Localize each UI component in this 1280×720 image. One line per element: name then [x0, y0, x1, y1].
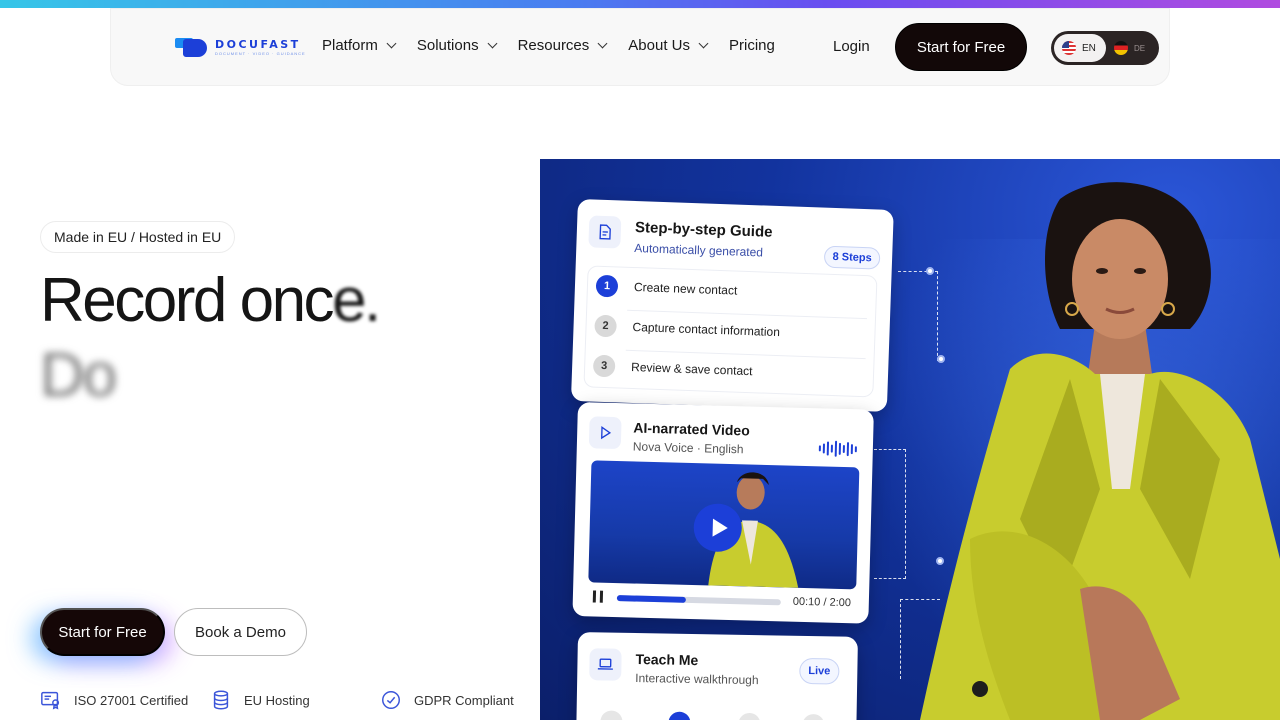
de-flag-icon	[1114, 41, 1128, 55]
teach-subtitle: Interactive walkthrough	[635, 671, 759, 688]
steps-list: 1 Create new contact 2 Capture contact i…	[583, 265, 878, 398]
trust-eu-hosting-label: EU Hosting	[244, 692, 310, 708]
main-nav: Platform Solutions Resources About Us Pr…	[322, 37, 797, 54]
connector-node	[926, 267, 934, 275]
document-icon	[588, 215, 622, 249]
guide-title: Step-by-step Guide	[634, 219, 773, 241]
top-gradient-strip	[0, 0, 1280, 8]
video-progress-bar[interactable]	[616, 595, 781, 606]
nav-resources-label: Resources	[517, 37, 590, 54]
login-link[interactable]: Login	[833, 38, 870, 55]
logo-icon	[175, 35, 209, 59]
nav-about-label: About Us	[628, 37, 690, 54]
trust-gdpr-label: GDPR Compliant	[414, 692, 514, 708]
hero-headline-animated: Do	[40, 341, 117, 410]
lang-en-label: EN	[1082, 42, 1096, 54]
lang-de-option[interactable]: DE	[1106, 34, 1154, 62]
step-label: Review & save contact	[630, 359, 753, 379]
database-icon	[213, 690, 229, 710]
lang-de-label: DE	[1134, 43, 1146, 53]
nav-platform-label: Platform	[322, 37, 378, 54]
trust-eu-hosting: EU Hosting	[210, 689, 310, 711]
trust-iso-label: ISO 27001 Certified	[74, 692, 189, 708]
lang-en-option[interactable]: EN	[1054, 34, 1106, 62]
nav-pricing-label: Pricing	[728, 37, 775, 54]
list-item[interactable]: 2 Capture contact information	[594, 314, 865, 346]
connector-node	[937, 355, 945, 363]
step-label: Create new contact	[633, 280, 738, 298]
steps-count-badge: 8 Steps	[823, 245, 881, 270]
navbar: DOCUFAST DOCUMENT · VIDEO · GUIDANCE Pla…	[110, 8, 1170, 86]
hero-headline: Record once.	[40, 266, 381, 335]
chevron-down-icon	[698, 38, 709, 49]
check-badge-icon	[382, 691, 400, 709]
video-preview[interactable]	[588, 460, 860, 590]
connector-line	[898, 271, 938, 361]
live-badge: Live	[799, 657, 840, 685]
video-title: AI-narrated Video	[633, 419, 750, 439]
logo[interactable]: DOCUFAST DOCUMENT · VIDEO · GUIDANCE	[175, 35, 306, 59]
start-free-nav-button[interactable]: Start for Free	[895, 23, 1027, 71]
chevron-down-icon	[386, 38, 397, 49]
trust-iso: ISO 27001 Certified	[40, 689, 188, 711]
step-number: 1	[595, 274, 619, 298]
audio-wave-icon	[818, 440, 857, 457]
language-switcher: EN DE	[1051, 31, 1159, 65]
guide-subtitle: Automatically generated	[634, 240, 764, 260]
logo-wordmark: DOCUFAST	[215, 37, 301, 51]
teach-card: Teach Me Interactive walkthrough Live	[576, 632, 858, 720]
play-outline-icon	[588, 416, 622, 450]
certificate-icon	[41, 691, 60, 710]
step-number: 2	[594, 314, 617, 338]
connector-line	[900, 599, 940, 679]
logo-tagline: DOCUMENT · VIDEO · GUIDANCE	[215, 50, 306, 56]
eu-badge: Made in EU / Hosted in EU	[40, 221, 236, 253]
chevron-down-icon	[487, 38, 498, 49]
list-item[interactable]: 3 Review & save contact	[592, 354, 864, 386]
pause-icon[interactable]	[592, 590, 604, 603]
step-number: 3	[592, 354, 616, 378]
chevron-down-icon	[597, 38, 608, 49]
nav-pricing[interactable]: Pricing	[729, 37, 775, 54]
laptop-icon	[589, 648, 622, 681]
book-demo-button[interactable]: Book a Demo	[174, 608, 307, 656]
list-item[interactable]: 1 Create new contact	[595, 274, 867, 306]
connector-line	[874, 449, 906, 579]
nav-platform[interactable]: Platform	[322, 37, 397, 54]
step-label: Capture contact information	[632, 319, 781, 340]
video-time: 00:10 / 2:00	[792, 595, 852, 610]
nav-solutions-label: Solutions	[416, 37, 479, 54]
start-free-button[interactable]: Start for Free	[40, 608, 165, 656]
trust-gdpr: GDPR Compliant	[380, 689, 514, 711]
us-flag-icon	[1062, 41, 1076, 55]
nav-solutions[interactable]: Solutions	[416, 37, 498, 54]
connector-node	[936, 557, 944, 565]
guide-card: Step-by-step Guide Automatically generat…	[570, 199, 894, 412]
video-card: AI-narrated Video Nova Voice · English 0…	[572, 402, 874, 624]
teach-title: Teach Me	[635, 651, 699, 669]
video-subtitle: Nova Voice · English	[632, 439, 744, 457]
nav-about-us[interactable]: About Us	[628, 37, 709, 54]
nav-resources[interactable]: Resources	[517, 37, 608, 54]
